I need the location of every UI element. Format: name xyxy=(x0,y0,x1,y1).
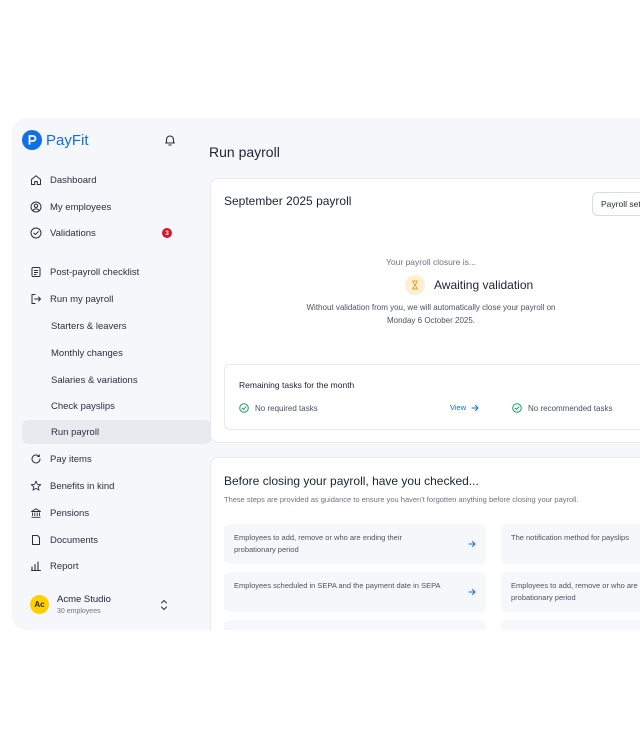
pay-icon xyxy=(30,453,42,465)
arrow-right-icon xyxy=(471,404,479,411)
required-tasks-status: No required tasks xyxy=(239,403,318,413)
recommended-tasks-text: No recommended tasks xyxy=(528,403,613,413)
sidebar: PayFit Dashboard My employees Validation… xyxy=(12,118,211,630)
sidebar-item-dashboard[interactable]: Dashboard xyxy=(22,168,182,192)
company-switcher[interactable]: Ac Acme Studio 30 employees xyxy=(30,594,111,615)
payroll-card: September 2025 payroll Payroll set Your … xyxy=(210,178,640,443)
brand-name: PayFit xyxy=(46,131,89,149)
view-tasks-link[interactable]: View xyxy=(450,403,479,412)
sidebar-item-salaries-variations[interactable]: Salaries & variations xyxy=(22,368,211,392)
company-avatar: Ac xyxy=(30,595,49,614)
checks-card-subtitle: These steps are provided as guidance to … xyxy=(224,495,579,504)
sidebar-item-benefits-in-kind[interactable]: Benefits in kind xyxy=(22,474,182,498)
check-circle-icon xyxy=(512,403,522,413)
app-window: PayFit Dashboard My employees Validation… xyxy=(12,118,640,630)
check-item[interactable] xyxy=(224,620,486,630)
status-description: Without validation from you, we will aut… xyxy=(306,303,556,312)
hourglass-icon xyxy=(405,275,425,295)
remaining-tasks-title: Remaining tasks for the month xyxy=(239,380,355,390)
status-description-date: Monday 6 October 2025. xyxy=(386,316,476,325)
remaining-tasks-panel: Remaining tasks for the month No require… xyxy=(224,364,640,430)
status-text: Awaiting validation xyxy=(434,278,534,292)
arrow-right-icon xyxy=(468,541,476,547)
payroll-status: Awaiting validation xyxy=(405,275,533,295)
sidebar-item-label: Pensions xyxy=(50,507,90,519)
logo[interactable]: PayFit xyxy=(22,130,89,150)
chart-icon xyxy=(30,560,42,572)
checks-card: Before closing your payroll, have you ch… xyxy=(210,457,640,630)
check-item-text: Employees scheduled in SEPA and the paym… xyxy=(234,581,441,590)
document-icon xyxy=(30,534,42,546)
sidebar-item-label: Starters & leavers xyxy=(51,320,127,332)
sidebar-item-report[interactable]: Report xyxy=(22,554,182,578)
sidebar-item-label: Pay items xyxy=(50,453,92,465)
bell-icon[interactable] xyxy=(163,133,177,147)
closure-label: Your payroll closure is... xyxy=(386,257,476,267)
bank-icon xyxy=(30,507,42,519)
sidebar-item-documents[interactable]: Documents xyxy=(22,528,182,552)
check-item[interactable]: Employees to add, remove or who are endi… xyxy=(224,524,486,564)
sidebar-item-label: Check payslips xyxy=(51,400,115,412)
sidebar-item-pay-items[interactable]: Pay items xyxy=(22,447,182,471)
check-circle-icon xyxy=(239,403,249,413)
payfit-logo-icon xyxy=(22,130,42,150)
sidebar-item-check-payslips[interactable]: Check payslips xyxy=(22,394,211,418)
checks-card-title: Before closing your payroll, have you ch… xyxy=(224,474,479,488)
sidebar-item-pensions[interactable]: Pensions xyxy=(22,501,182,525)
check-item-text: Employees to add, remove or who are endi… xyxy=(234,533,403,554)
sidebar-item-run-payroll[interactable]: Run payroll xyxy=(22,420,211,444)
sidebar-item-starters-leavers[interactable]: Starters & leavers xyxy=(22,314,211,338)
check-item[interactable]: Employees to add, remove or who are endi… xyxy=(501,572,640,612)
check-item-text: Employees to add, remove or who are endi… xyxy=(511,581,640,602)
sidebar-item-my-employees[interactable]: My employees xyxy=(22,195,182,219)
required-tasks-text: No required tasks xyxy=(255,403,318,413)
recommended-tasks-status: No recommended tasks xyxy=(512,403,612,413)
page-title: Run payroll xyxy=(209,144,280,160)
sidebar-item-monthly-changes[interactable]: Monthly changes xyxy=(22,341,211,365)
payroll-settings-button[interactable]: Payroll set xyxy=(592,192,640,216)
check-item[interactable]: The notification method for payslips xyxy=(501,524,640,564)
check-item[interactable]: Employees scheduled in SEPA and the paym… xyxy=(224,572,486,612)
star-icon xyxy=(30,480,42,492)
check-item[interactable] xyxy=(501,620,640,630)
sidebar-item-label: Run payroll xyxy=(51,426,100,438)
sidebar-item-label: Salaries & variations xyxy=(51,374,138,386)
sidebar-item-label: Validations xyxy=(50,227,96,239)
view-link-label: View xyxy=(450,403,467,412)
sidebar-item-label: Monthly changes xyxy=(51,347,123,359)
company-employee-count: 30 employees xyxy=(57,608,101,615)
home-icon xyxy=(30,174,42,186)
checklist-icon xyxy=(30,266,42,278)
sidebar-item-label: Documents xyxy=(50,534,99,546)
check-item-text: The notification method for payslips xyxy=(511,533,629,542)
exit-icon xyxy=(30,293,42,305)
user-circle-icon xyxy=(30,201,42,213)
sidebar-item-run-my-payroll[interactable]: Run my payroll xyxy=(22,287,182,311)
sidebar-item-label: Post-payroll checklist xyxy=(50,266,140,278)
validations-count-badge: 3 xyxy=(162,228,172,238)
sidebar-item-validations[interactable]: Validations 3 xyxy=(22,221,182,245)
chevron-up-down-icon[interactable] xyxy=(160,598,168,612)
company-name: Acme Studio xyxy=(57,594,111,605)
sidebar-item-post-payroll-checklist[interactable]: Post-payroll checklist xyxy=(22,260,182,284)
sidebar-item-label: Benefits in kind xyxy=(50,480,115,492)
sidebar-item-label: Run my payroll xyxy=(50,293,114,305)
payroll-card-title: September 2025 payroll xyxy=(224,194,352,208)
arrow-right-icon xyxy=(468,589,476,595)
sidebar-item-label: Dashboard xyxy=(50,174,97,186)
check-circle-icon xyxy=(30,227,42,239)
sidebar-item-label: Report xyxy=(50,560,79,572)
sidebar-item-label: My employees xyxy=(50,201,112,213)
